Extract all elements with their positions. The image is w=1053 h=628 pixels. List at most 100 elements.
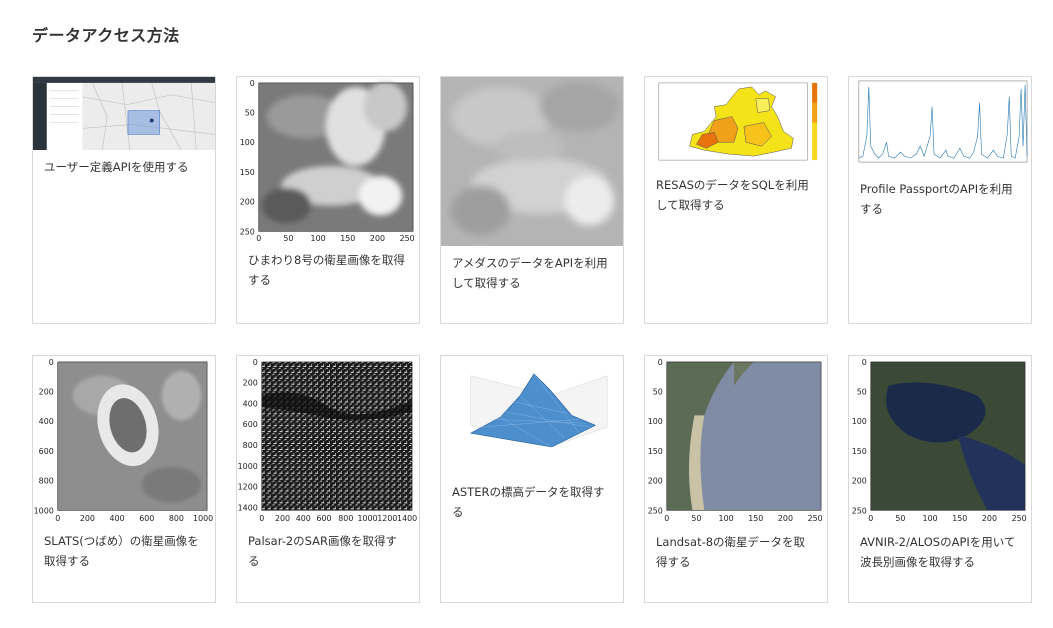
card-resas[interactable]: RESASのデータをSQLを利用して取得する <box>644 76 828 324</box>
y-tick: 100 <box>648 417 663 426</box>
y-tick: 200 <box>39 388 54 397</box>
card-amedas[interactable]: アメダスのデータをAPIを利用して取得する <box>440 76 624 324</box>
y-axis-ticks: 0 50 100 150 200 250 <box>852 358 867 515</box>
card-label: Profile PassportのAPIを利用する <box>860 181 1013 216</box>
x-tick: 150 <box>952 514 967 523</box>
card-label: Palsar-2のSAR画像を取得する <box>248 534 398 569</box>
x-tick: 1400 <box>397 514 417 523</box>
y-tick: 150 <box>648 447 663 456</box>
y-axis-ticks: 0 200 400 600 800 1000 1200 1400 <box>238 358 258 512</box>
card-thumbnail-web-app <box>33 77 215 151</box>
y-tick: 200 <box>852 477 867 486</box>
x-tick: 50 <box>691 514 701 523</box>
y-tick: 100 <box>852 417 867 426</box>
x-tick: 100 <box>923 514 938 523</box>
x-tick: 200 <box>778 514 793 523</box>
y-tick: 0 <box>250 79 255 88</box>
y-tick: 400 <box>243 399 258 408</box>
x-tick: 800 <box>338 514 353 523</box>
y-tick: 800 <box>39 477 54 486</box>
y-tick: 1200 <box>238 483 258 492</box>
y-tick: 0 <box>658 358 663 367</box>
card-label: アメダスのデータをAPIを利用して取得する <box>452 256 608 291</box>
x-tick: 600 <box>139 514 154 523</box>
x-axis-ticks: 0 50 100 150 200 250 <box>256 234 414 243</box>
card-thumbnail-stadium-plot: 0 200 400 600 800 1000 0 200 400 600 800… <box>34 358 214 523</box>
x-tick: 400 <box>296 514 311 523</box>
page-title: データアクセス方法 <box>32 26 180 45</box>
card-aster[interactable]: ASTERの標高データを取得する <box>440 355 624 603</box>
data-access-card-grid: ユーザー定義APIを使用する 0 50 100 150 200 250 0 50… <box>32 76 1032 603</box>
x-tick: 150 <box>748 514 763 523</box>
card-avnir2-alos[interactable]: 0 50 100 150 200 250 0 50 100 150 200 25… <box>848 355 1032 603</box>
y-tick: 200 <box>648 477 663 486</box>
y-tick: 50 <box>653 388 663 397</box>
card-thumbnail-landsat-plot: 0 50 100 150 200 250 0 50 100 150 200 25… <box>648 358 823 523</box>
y-tick: 1000 <box>34 506 54 515</box>
y-axis-ticks: 0 50 100 150 200 250 <box>648 358 663 515</box>
x-tick: 100 <box>311 234 326 243</box>
card-label: ひまわり8号の衛星画像を取得する <box>248 253 405 288</box>
card-palsar2[interactable]: 0 200 400 600 800 1000 1200 1400 0 200 4… <box>236 355 420 603</box>
x-tick: 0 <box>55 514 60 523</box>
y-tick: 600 <box>243 420 258 429</box>
card-thumbnail-time-series <box>849 77 1031 172</box>
x-tick: 0 <box>868 514 873 523</box>
y-tick: 0 <box>862 358 867 367</box>
card-thumbnail-sar-plot: 0 200 400 600 800 1000 1200 1400 0 200 4… <box>238 358 418 523</box>
card-label: ASTERの標高データを取得する <box>452 484 605 519</box>
y-tick: 250 <box>648 506 663 515</box>
y-tick: 50 <box>245 109 255 118</box>
x-tick: 600 <box>316 514 331 523</box>
y-tick: 150 <box>240 168 255 177</box>
card-thumbnail-3d-surface <box>441 356 623 475</box>
y-axis-ticks: 0 50 100 150 200 250 <box>240 79 255 236</box>
x-tick: 400 <box>110 514 125 523</box>
y-tick: 0 <box>253 358 258 367</box>
card-profile-passport[interactable]: Profile PassportのAPIを利用する <box>848 76 1032 324</box>
x-tick: 200 <box>982 514 997 523</box>
y-tick: 1400 <box>238 503 258 512</box>
y-tick: 150 <box>852 447 867 456</box>
card-slats[interactable]: 0 200 400 600 800 1000 0 200 400 600 800… <box>32 355 216 603</box>
x-tick: 150 <box>340 234 355 243</box>
x-tick: 1200 <box>377 514 397 523</box>
card-himawari8[interactable]: 0 50 100 150 200 250 0 50 100 150 200 25… <box>236 76 420 324</box>
card-landsat8[interactable]: 0 50 100 150 200 250 0 50 100 150 200 25… <box>644 355 828 603</box>
card-thumbnail-cloud-image <box>441 77 623 247</box>
x-tick: 0 <box>256 234 261 243</box>
y-tick: 200 <box>240 198 255 207</box>
y-tick: 0 <box>49 358 54 367</box>
card-label: AVNIR-2/ALOSのAPIを用いて波長別画像を取得する <box>860 535 1016 570</box>
x-axis-ticks: 0 200 400 600 800 1000 <box>55 514 213 523</box>
x-tick: 1000 <box>193 514 213 523</box>
card-label: ユーザー定義APIを使用する <box>44 160 189 175</box>
y-tick: 1000 <box>238 462 258 471</box>
y-tick: 250 <box>240 227 255 236</box>
x-tick: 0 <box>259 514 264 523</box>
y-tick: 50 <box>857 388 867 397</box>
card-user-defined-api[interactable]: ユーザー定義APIを使用する <box>32 76 216 324</box>
x-tick: 200 <box>275 514 290 523</box>
x-tick: 250 <box>808 514 823 523</box>
card-label: RESASのデータをSQLを利用して取得する <box>656 178 809 212</box>
y-axis-ticks: 0 200 400 600 800 1000 <box>34 358 54 515</box>
y-tick: 800 <box>243 441 258 450</box>
card-label: SLATS(つばめ）の衛星画像を取得する <box>44 534 199 569</box>
x-tick: 0 <box>664 514 669 523</box>
y-tick: 600 <box>39 447 54 456</box>
x-tick: 50 <box>283 234 293 243</box>
y-tick: 400 <box>39 417 54 426</box>
y-tick: 200 <box>243 379 258 388</box>
x-tick: 800 <box>169 514 184 523</box>
x-tick: 250 <box>400 234 415 243</box>
card-thumbnail-avnir-plot: 0 50 100 150 200 250 0 50 100 150 200 25… <box>852 358 1027 523</box>
x-tick: 100 <box>719 514 734 523</box>
x-tick: 250 <box>1012 514 1027 523</box>
x-tick: 50 <box>895 514 905 523</box>
card-thumbnail-choropleth-map <box>645 77 827 168</box>
x-axis-ticks: 0 50 100 150 200 250 <box>664 514 822 523</box>
x-axis-ticks: 0 50 100 150 200 250 <box>868 514 1026 523</box>
card-label: Landsat-8の衛星データを取得する <box>656 535 806 570</box>
x-axis-ticks: 0 200 400 600 800 1000 1200 1400 <box>259 514 417 523</box>
